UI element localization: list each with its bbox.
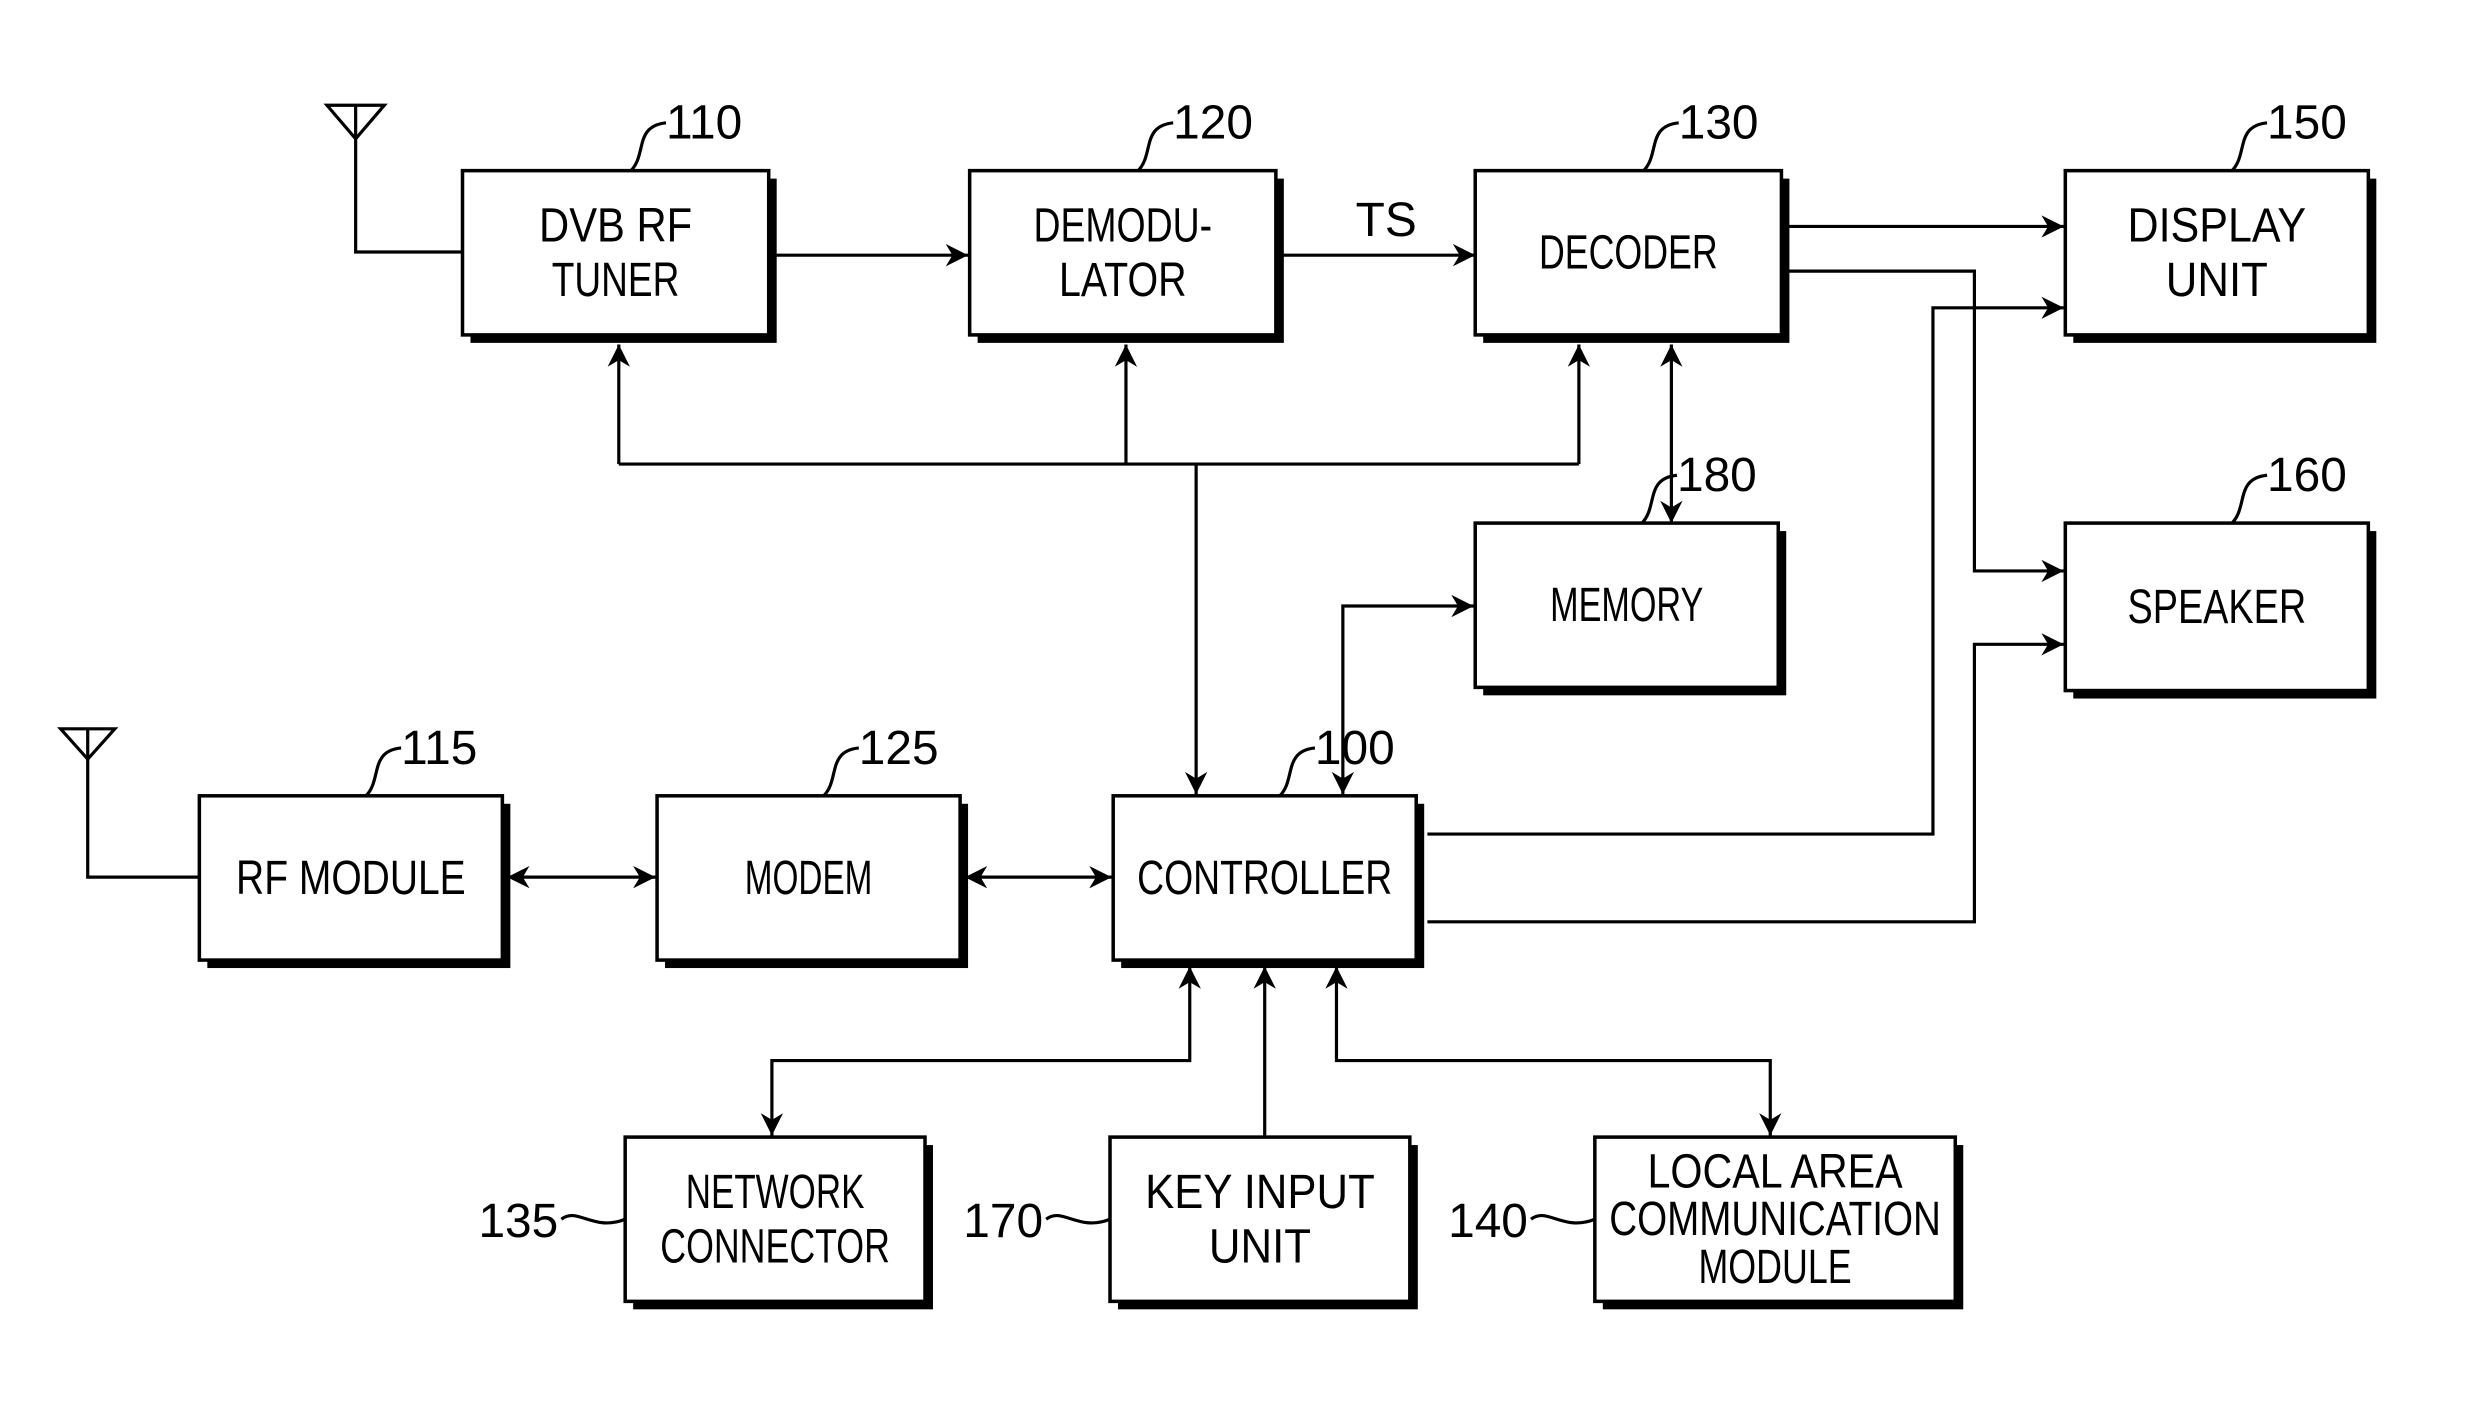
antenna-icon [57, 727, 200, 879]
leader-line [629, 121, 667, 172]
ts-signal-label: TS [1356, 194, 1417, 247]
reference-numeral: 180 [1677, 449, 1757, 502]
block-key: KEY INPUTUNIT 170 [963, 1135, 1418, 1310]
ctrl-net [760, 966, 1201, 1136]
block-diagram: TS DVB RFTUNER 110 DEMODU-LATOR 120 DECODER 1… [57, 97, 2377, 1310]
block-label: CONTROLLER [1137, 852, 1392, 905]
block-label: UNIT [2166, 254, 2268, 307]
block-frame [460, 168, 771, 337]
block-demod: DEMODU-LATOR 120 [967, 97, 1284, 343]
leader-line [2230, 121, 2268, 172]
reference-numeral: 120 [1173, 97, 1253, 150]
block-net: NETWORKCONNECTOR 135 [478, 1135, 933, 1310]
leader-line [2230, 473, 2268, 525]
reference-numeral: 115 [401, 722, 477, 775]
block-label: RF MODULE [236, 852, 466, 905]
block-label: KEY INPUT [1145, 1166, 1375, 1219]
block-label: LATOR [1059, 254, 1187, 307]
block-label: UNIT [1209, 1220, 1311, 1273]
block-label: LOCAL AREA [1647, 1145, 1902, 1198]
block-label: CONNECTOR [660, 1220, 890, 1273]
reference-numeral: 140 [1448, 1195, 1528, 1248]
leader-line [364, 746, 402, 797]
leader-line [560, 1213, 626, 1225]
leader-line [1136, 121, 1174, 172]
block-local: LOCAL AREACOMMUNICATIONMODULE 140 [1448, 1135, 1964, 1310]
block-label: TUNER [552, 254, 680, 307]
block-label: MEMORY [1550, 579, 1703, 632]
block-label: DEMODU- [1033, 200, 1212, 253]
block-speaker: SPEAKER 160 [2063, 449, 2377, 699]
leader-line [1045, 1213, 1111, 1225]
leader-line [1530, 1213, 1596, 1225]
block-decoder: DECODER 130 [1473, 97, 1790, 343]
reference-numeral: 160 [2267, 449, 2347, 502]
reference-numeral: 130 [1679, 97, 1759, 150]
block-frame [2063, 168, 2371, 337]
block-modem: MODEM 125 [655, 722, 969, 969]
block-memory: MEMORY 180 [1473, 449, 1787, 696]
block-tuner: DVB RFTUNER 110 [460, 97, 777, 343]
leader-line [1278, 746, 1316, 797]
reference-numeral: 135 [478, 1195, 558, 1248]
block-label: DISPLAY [2128, 200, 2307, 253]
reference-numeral: 110 [666, 97, 742, 150]
block-label: MODEM [745, 852, 873, 905]
antenna-icon [323, 103, 463, 254]
reference-numeral: 100 [1315, 722, 1395, 775]
block-frame [967, 168, 1278, 337]
ctrl-local [1325, 966, 1782, 1136]
reference-numeral: 125 [859, 722, 939, 775]
block-display: DISPLAYUNIT 150 [2063, 97, 2377, 343]
block-frame [1108, 1135, 1412, 1304]
block-label: DECODER [1539, 227, 1718, 280]
leader-line [1642, 121, 1679, 172]
decoder-to-speaker [1786, 269, 2064, 583]
block-label: SPEAKER [2128, 581, 2307, 634]
connections [507, 215, 2064, 1136]
leader-line [822, 746, 860, 797]
reference-numeral: 170 [963, 1195, 1043, 1248]
block-label: COMMUNICATION [1609, 1193, 1941, 1246]
block-ctrl: CONTROLLER 100 [1111, 722, 1425, 969]
block-label: DVB RF [539, 200, 692, 253]
reference-numeral: 150 [2267, 97, 2347, 150]
block-label: NETWORK [686, 1166, 865, 1219]
block-rf: RF MODULE 115 [197, 722, 511, 969]
block-label: MODULE [1699, 1241, 1852, 1294]
block-frame [623, 1135, 927, 1304]
